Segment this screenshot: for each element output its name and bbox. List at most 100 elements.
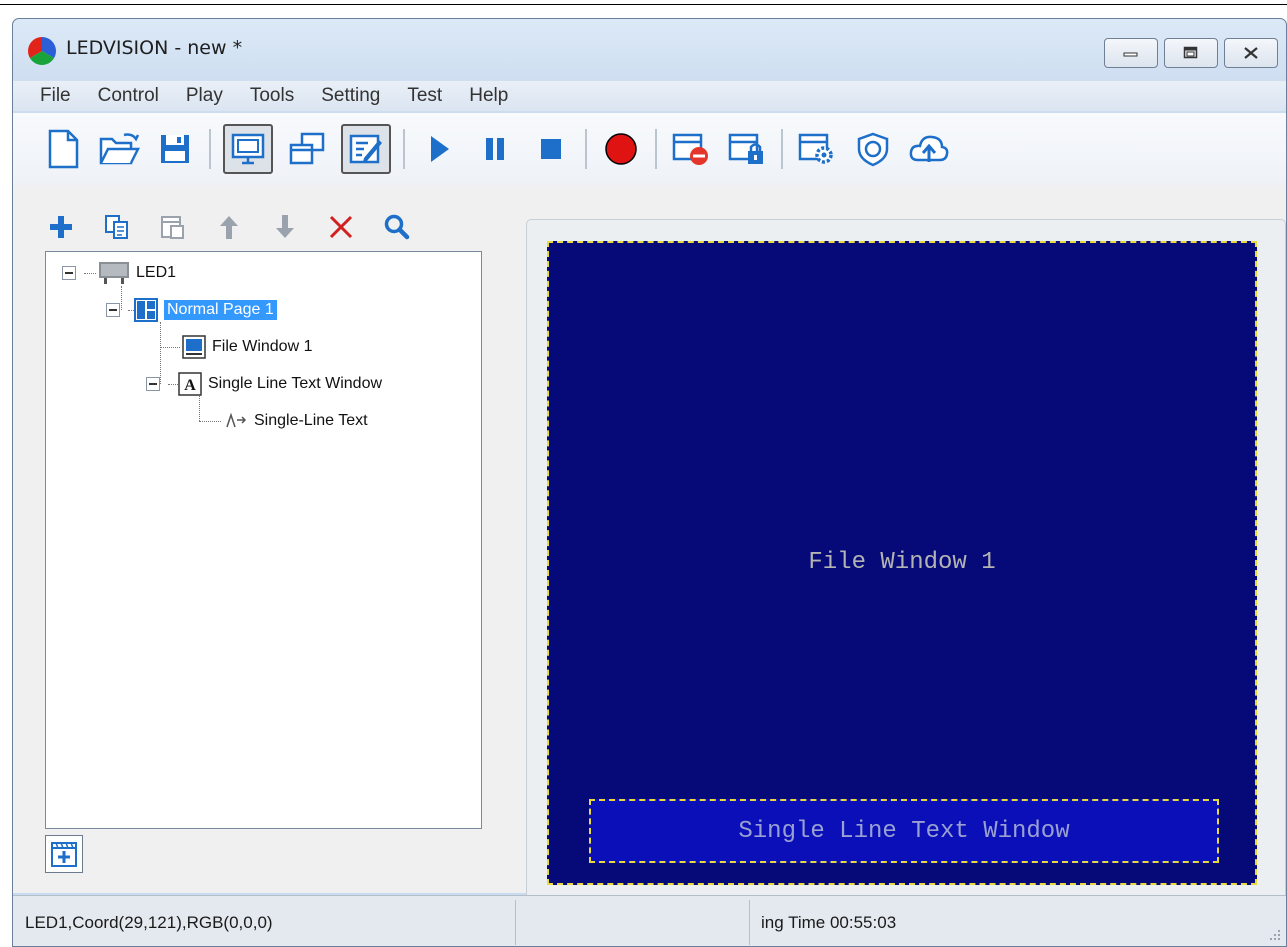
toolbar-separator [781,129,783,169]
screen-lock-icon [728,133,763,164]
shield-icon [857,132,889,167]
menu-play[interactable]: Play [186,85,223,107]
search-button[interactable] [379,209,415,245]
menu-test[interactable]: Test [407,85,442,107]
text-window-preview-label: Single Line Text Window [738,817,1070,845]
window-view-button[interactable] [285,127,329,171]
add-item-button[interactable] [43,209,79,245]
copy-icon [105,215,128,239]
scrolling-text-icon [226,412,247,428]
page-layout-icon [134,298,158,322]
new-file-icon [48,129,79,169]
window-title: LEDVISION - new * [66,37,243,59]
tree-node-led-label: LED1 [136,264,177,281]
text-window-preview[interactable]: Single Line Text Window [589,799,1219,863]
tree-connector [199,421,221,422]
stop-button[interactable] [529,127,573,171]
plus-icon [50,216,72,238]
copy-item-button[interactable] [99,209,135,245]
close-button[interactable] [1224,38,1278,68]
screen-settings-button[interactable] [795,127,839,171]
clear-screen-button[interactable] [669,127,713,171]
menu-bar: File Control Play Tools Setting Test Hel… [13,81,1286,111]
text-window-icon: A [178,372,202,396]
monitor-icon [231,133,265,165]
menu-setting[interactable]: Setting [321,85,380,107]
pause-icon [486,138,504,160]
cloud-upload-button[interactable] [907,127,951,171]
delete-item-button[interactable] [323,209,359,245]
status-bar: LED1,Coord(29,121),RGB(0,0,0) ing Time 0… [13,895,1286,946]
paste-icon [161,216,184,239]
screen-view-button[interactable] [223,124,273,174]
cloud-upload-icon [909,135,949,162]
status-coordinates: LED1,Coord(29,121),RGB(0,0,0) [25,912,273,932]
program-tree[interactable]: LED1 Normal Page 1 File Window 1 A Singl… [45,251,482,829]
toolbar-separator [209,129,211,169]
toolbar-separator [585,129,587,169]
move-down-button[interactable] [267,209,303,245]
open-file-button[interactable] [97,127,141,171]
resize-grip-icon[interactable] [1268,928,1282,942]
window-controls [1104,38,1278,68]
close-icon [1244,47,1258,59]
play-button[interactable] [417,127,461,171]
menu-control[interactable]: Control [98,85,159,107]
maximize-button[interactable] [1164,38,1218,68]
edit-icon [349,134,382,164]
app-window: LEDVISION - new * File Control Play Tool… [12,18,1287,947]
arrow-up-icon [220,216,238,239]
move-up-button[interactable] [211,209,247,245]
windows-icon [289,132,325,165]
collapse-toggle[interactable] [62,266,76,280]
status-divider [515,900,516,945]
collapse-toggle[interactable] [146,377,160,391]
save-file-button[interactable] [153,127,197,171]
screen-top-edge [0,0,1287,5]
file-window-preview-label: File Window 1 [808,549,996,576]
play-icon [431,136,449,162]
app-logo-icon [28,37,56,65]
tree-node-led[interactable]: LED1 [62,259,176,287]
toolbar-separator [403,129,405,169]
maximize-icon [1183,46,1198,59]
edit-mode-button[interactable] [341,124,391,174]
tree-node-file-window-label: File Window 1 [212,338,313,355]
pause-button[interactable] [473,127,517,171]
stop-icon [541,139,561,159]
lock-screen-button[interactable] [725,127,769,171]
menu-help[interactable]: Help [469,85,508,107]
save-icon [161,135,189,163]
new-file-button[interactable] [41,127,85,171]
status-divider [749,900,750,945]
record-button[interactable] [599,127,643,171]
tree-node-page-label: Normal Page 1 [164,300,277,320]
paste-item-button[interactable] [155,209,191,245]
record-icon [605,133,637,165]
menu-file[interactable]: File [40,85,71,107]
menu-tools[interactable]: Tools [250,85,294,107]
minimize-icon [1123,52,1138,57]
tree-node-single-line-text-label: Single-Line Text [254,412,368,429]
screen-clear-icon [672,133,708,165]
tree-node-text-window-label: Single Line Text Window [208,375,383,392]
tree-connector [160,347,180,348]
led-screen-icon [99,262,129,284]
tree-node-text-window[interactable]: A Single Line Text Window [146,370,382,398]
led-screen-preview[interactable]: File Window 1 Single Line Text Window [547,241,1257,885]
minimize-button[interactable] [1104,38,1158,68]
tree-node-page[interactable]: Normal Page 1 [106,296,277,324]
shield-button[interactable] [851,127,895,171]
delete-x-icon [329,215,353,239]
status-time: ing Time 00:55:03 [761,912,897,932]
search-icon [384,214,410,240]
tree-node-single-line-text[interactable]: Single-Line Text [224,407,368,435]
tree-toolbar [43,209,415,245]
tree-connector [199,396,200,421]
add-program-button[interactable] [45,835,83,873]
title-bar[interactable]: LEDVISION - new * [13,19,1286,83]
collapse-toggle[interactable] [106,303,120,317]
toolbar-separator [655,129,657,169]
open-folder-icon [99,133,140,165]
tree-node-file-window[interactable]: File Window 1 [182,333,312,361]
